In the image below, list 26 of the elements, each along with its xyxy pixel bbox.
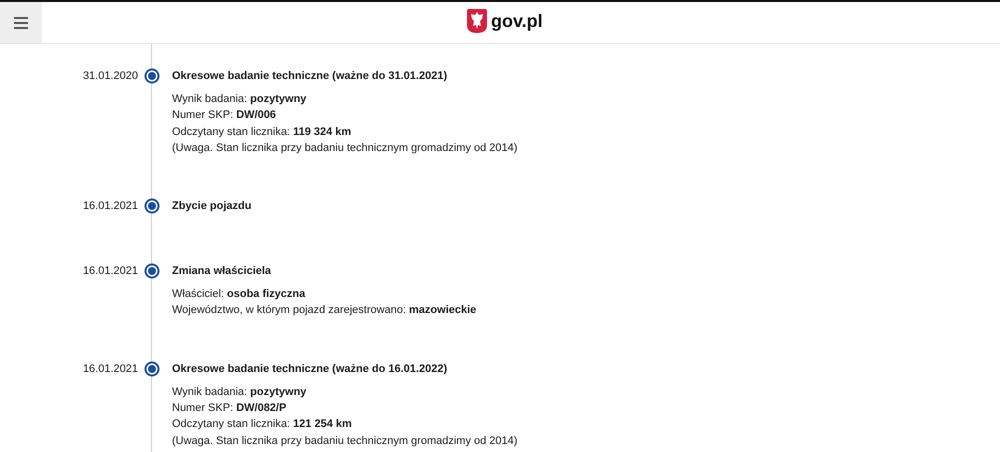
event-detail: Właściciel: osoba fizyczna [172, 287, 306, 302]
emblem-icon [467, 9, 487, 33]
event-detail: Odczytany stan licznika: 119 324 km [172, 124, 352, 140]
timeline-dot-icon [144, 263, 160, 280]
event-title: Zbycie pojazdu [172, 199, 252, 214]
timeline-dot-icon [144, 68, 160, 84]
event-date: 16.01.2021 [82, 199, 138, 214]
menu-button[interactable] [0, 2, 42, 43]
event-detail: (Uwaga. Stan licznika przy badaniu technicznym gromadzimy od 2014) [172, 434, 518, 449]
timeline-dot-icon [144, 198, 160, 214]
event-date: 16.01.2021 [82, 264, 138, 280]
event-detail: (Uwaga. Stan licznika przy badaniu technicznym gromadzimy od 2014) [172, 140, 518, 156]
event-date: 16.01.2021 [82, 362, 138, 377]
event-detail: Województwo, w którym pojazd zarejestrowano: mazowieckie [172, 303, 476, 318]
event-title: Okresowe badanie techniczne (ważne do 16.01.2022) [172, 362, 448, 377]
logo-text[interactable]: gov.pl [491, 10, 543, 32]
event-detail: Odczytany stan licznika: 121 254 km [172, 417, 353, 432]
event-date: 31.01.2020 [82, 69, 138, 84]
event-detail: Numer SKP: DW/006 [172, 108, 277, 124]
event-detail: Wynik badania: pozytywny [172, 384, 308, 400]
event-detail: Numer SKP: DW/082/P [172, 401, 288, 416]
event-detail: Wynik badania: pozytywny [172, 92, 308, 107]
event-title: Zmiana właściciela [172, 264, 272, 280]
timeline-dot-icon [144, 360, 160, 377]
menu-icon [14, 16, 28, 28]
event-title: Okresowe badanie techniczne (ważne do 31.01.2021) [172, 69, 448, 84]
